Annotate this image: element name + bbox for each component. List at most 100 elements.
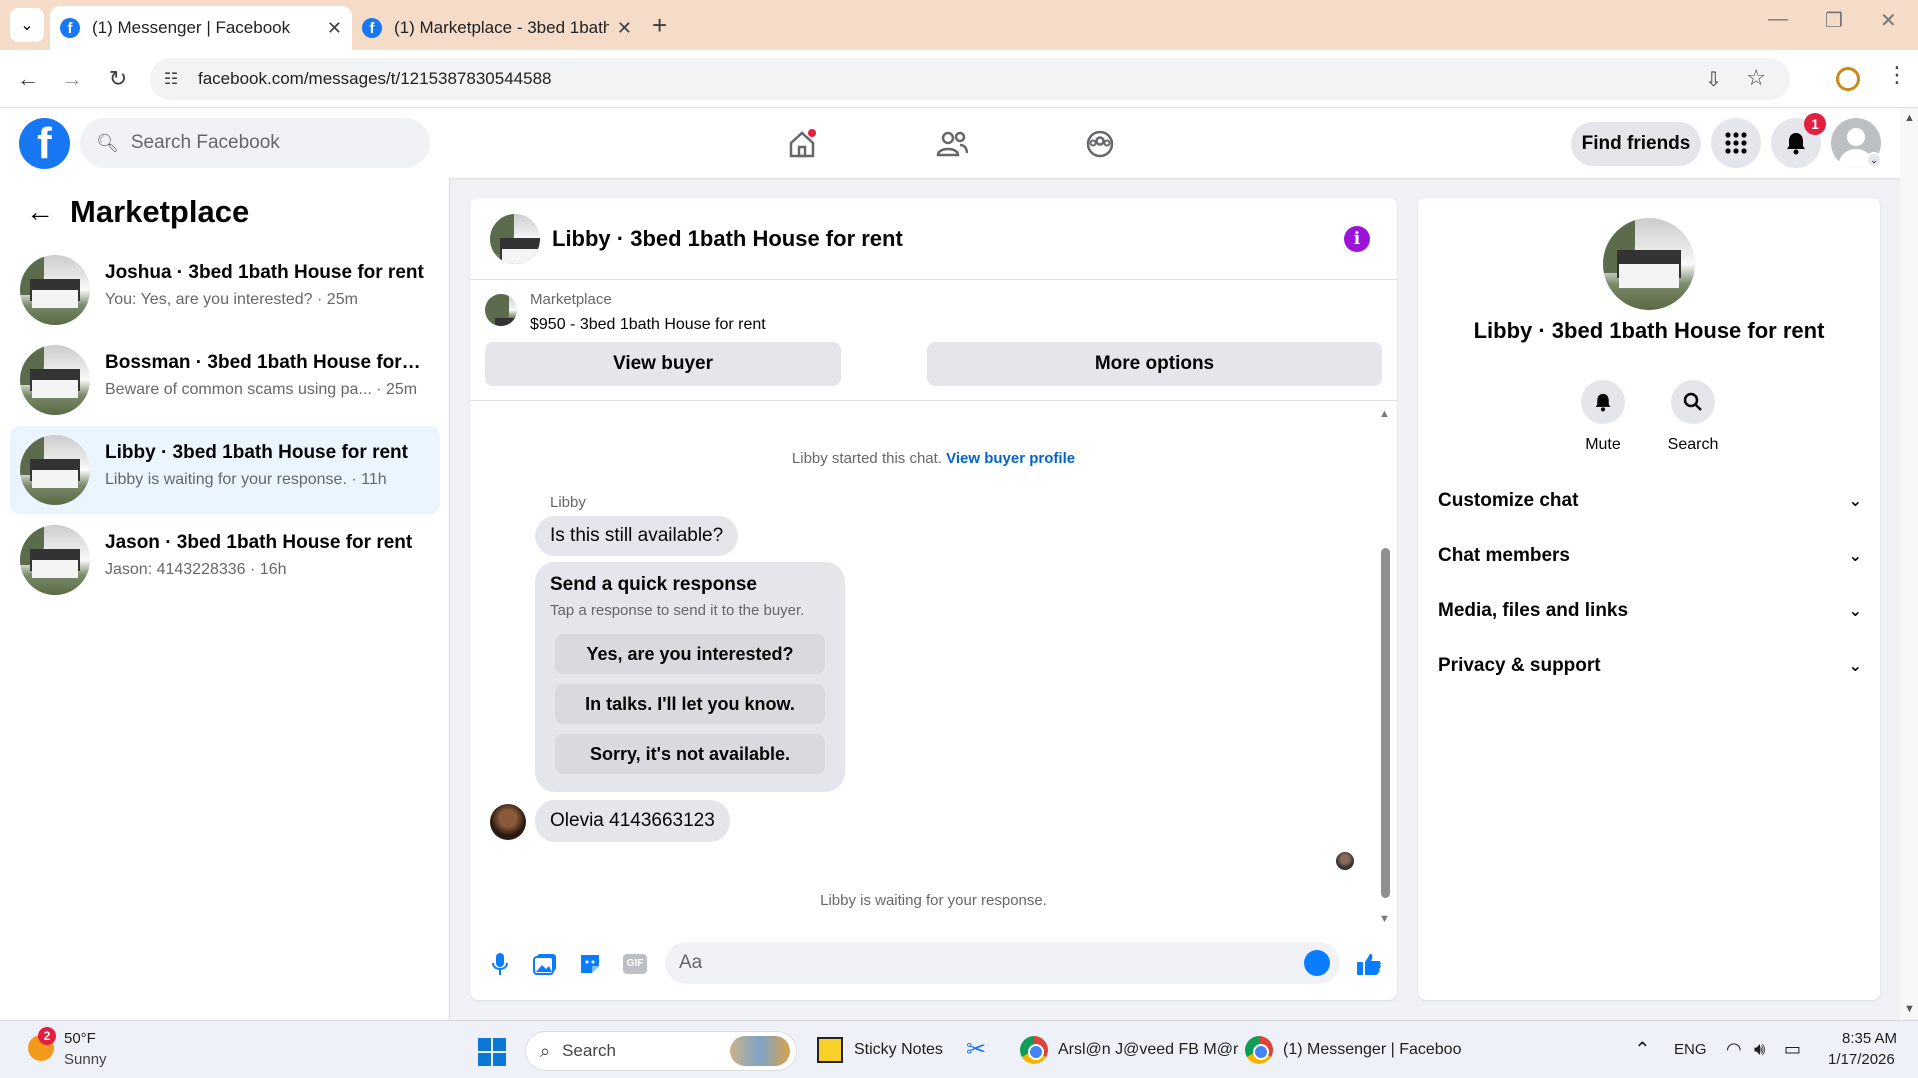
quick-response-in-talks[interactable]: In talks. I'll let you know. xyxy=(555,684,825,724)
clock-time[interactable]: 8:35 AM xyxy=(1842,1030,1897,1047)
grid-icon xyxy=(1725,132,1747,154)
message-input[interactable]: Aa xyxy=(665,942,1340,984)
chrome-icon[interactable] xyxy=(1020,1036,1048,1064)
volume-icon[interactable]: 🔊︎ xyxy=(1754,1039,1765,1060)
gif-icon[interactable]: GIF xyxy=(621,950,649,978)
chevron-down-icon: ⌄ xyxy=(1848,548,1862,565)
browser-toolbar: ← → ↻ ☷ facebook.com/messages/t/12153878… xyxy=(0,50,1918,108)
forward-button[interactable]: → xyxy=(56,63,88,95)
search-icon: 🔍︎ xyxy=(96,132,119,153)
weather-desc: Sunny xyxy=(64,1051,107,1068)
page-scrollbar[interactable]: ▲ ▼ xyxy=(1900,108,1918,1020)
scroll-thumb[interactable] xyxy=(1381,548,1390,898)
conversation-list-panel: ← Marketplace Joshua · 3bed 1bath House … xyxy=(0,178,450,1020)
privacy-support-section[interactable]: Privacy & support ⌄ xyxy=(1438,646,1862,686)
chat-scrollbar[interactable]: ▲ ▼ xyxy=(1378,408,1392,928)
weather-temp[interactable]: 50°F xyxy=(64,1030,96,1047)
language-indicator[interactable]: ENG xyxy=(1674,1041,1707,1058)
chat-title[interactable]: Libby · 3bed 1bath House for rent xyxy=(552,226,903,252)
thumbs-up-icon[interactable] xyxy=(1355,950,1383,978)
home-nav-icon[interactable] xyxy=(780,122,824,166)
site-settings-icon[interactable]: ☷ xyxy=(154,62,188,96)
view-buyer-button[interactable]: View buyer xyxy=(485,342,841,386)
taskbar-app-chrome-profile[interactable]: Arsl@n J@veed FB M@r xyxy=(1058,1041,1238,1059)
scroll-down-arrow-icon[interactable]: ▼ xyxy=(1379,913,1390,925)
close-tab-icon[interactable]: ✕ xyxy=(617,18,632,39)
facebook-favicon-icon: f xyxy=(60,18,80,38)
menu-icon[interactable]: ⋮ xyxy=(1886,62,1908,88)
find-friends-button[interactable]: Find friends xyxy=(1571,122,1701,166)
listing-thumbnail xyxy=(20,255,90,325)
listing-thumbnail xyxy=(20,345,90,415)
info-icon[interactable]: i xyxy=(1344,226,1370,252)
sender-avatar[interactable] xyxy=(490,804,526,840)
clock-date[interactable]: 1/17/2026 xyxy=(1828,1051,1895,1068)
mute-action[interactable]: Mute xyxy=(1568,380,1638,454)
search-icon xyxy=(1671,380,1715,424)
search-action[interactable]: Search xyxy=(1658,380,1728,454)
bell-icon xyxy=(1581,380,1625,424)
quick-response-yes[interactable]: Yes, are you interested? xyxy=(555,634,825,674)
taskbar-app-messenger[interactable]: (1) Messenger | Faceboo xyxy=(1283,1041,1461,1059)
snipping-tool-icon[interactable]: ✂ xyxy=(966,1035,986,1064)
friends-nav-icon[interactable] xyxy=(930,122,974,166)
conversation-item[interactable]: Jason · 3bed 1bath House for rent Jason:… xyxy=(10,516,440,604)
listing-thumbnail xyxy=(20,525,90,595)
more-options-button[interactable]: More options xyxy=(927,342,1382,386)
address-bar[interactable]: ☷ facebook.com/messages/t/12153878305445… xyxy=(150,58,1790,100)
quick-response-not-available[interactable]: Sorry, it's not available. xyxy=(555,734,825,774)
restore-button[interactable]: ❐ xyxy=(1825,8,1843,33)
taskbar-app-sticky-notes[interactable]: Sticky Notes xyxy=(854,1041,943,1059)
chat-profile-thumbnail[interactable] xyxy=(1603,218,1695,310)
chevron-down-icon: ⌄ xyxy=(1848,493,1862,510)
close-window-button[interactable]: ✕ xyxy=(1880,8,1897,33)
message-bubble: Is this still available? xyxy=(535,516,739,556)
seen-avatar xyxy=(1336,852,1354,870)
divider xyxy=(470,400,1397,401)
microphone-icon[interactable] xyxy=(486,950,514,978)
scroll-down-arrow-icon[interactable]: ▼ xyxy=(1904,1003,1915,1015)
facebook-logo[interactable]: f xyxy=(19,118,70,169)
view-buyer-profile-link[interactable]: View buyer profile xyxy=(946,450,1075,467)
listing-price-title[interactable]: $950 - 3bed 1bath House for rent xyxy=(530,316,766,334)
chevron-up-icon[interactable]: ⌃ xyxy=(1634,1037,1651,1062)
profile-icon[interactable] xyxy=(1836,67,1860,91)
facebook-header: f 🔍︎ Search Facebook Find friends 1 ⌄ xyxy=(0,108,1918,178)
tab-messenger[interactable]: f (1) Messenger | Facebook ✕ xyxy=(50,6,352,50)
chrome-icon[interactable] xyxy=(1245,1036,1273,1064)
chat-members-section[interactable]: Chat members ⌄ xyxy=(1438,536,1862,576)
customize-chat-section[interactable]: Customize chat ⌄ xyxy=(1438,481,1862,521)
menu-grid-button[interactable] xyxy=(1711,118,1761,168)
chat-thumbnail[interactable] xyxy=(490,214,540,264)
new-tab-button[interactable]: + xyxy=(652,10,667,41)
minimize-button[interactable]: — xyxy=(1768,8,1788,31)
media-files-links-section[interactable]: Media, files and links ⌄ xyxy=(1438,591,1862,631)
windows-start-icon[interactable] xyxy=(478,1038,506,1066)
close-tab-icon[interactable]: ✕ xyxy=(327,18,342,39)
listing-source: Marketplace xyxy=(530,291,612,308)
conversation-item[interactable]: Joshua · 3bed 1bath House for rent You: … xyxy=(10,246,440,334)
tab-marketplace[interactable]: f (1) Marketplace - 3bed 1bath H ✕ xyxy=(352,6,642,50)
account-chevron-icon[interactable]: ⌄ xyxy=(1866,152,1882,168)
bookmark-star-icon[interactable]: ☆ xyxy=(1746,65,1766,91)
conversation-item-selected[interactable]: Libby · 3bed 1bath House for rent Libby … xyxy=(10,426,440,514)
back-button[interactable]: ← xyxy=(12,63,44,95)
scroll-up-arrow-icon[interactable]: ▲ xyxy=(1379,408,1390,420)
listing-thumbnail xyxy=(485,294,517,326)
sticky-notes-icon[interactable] xyxy=(817,1037,843,1063)
message-bubble: Olevia 4143663123 xyxy=(535,800,730,842)
facebook-search-input[interactable]: 🔍︎ Search Facebook xyxy=(80,118,430,168)
conversation-item[interactable]: Bossman · 3bed 1bath House for r... Bewa… xyxy=(10,336,440,424)
photo-icon[interactable] xyxy=(531,950,559,978)
groups-nav-icon[interactable] xyxy=(1078,122,1122,166)
scroll-up-arrow-icon[interactable]: ▲ xyxy=(1904,112,1915,124)
taskbar-search[interactable]: ⌕ Search xyxy=(525,1031,797,1071)
sticker-icon[interactable] xyxy=(576,950,604,978)
wifi-icon[interactable]: ◠ xyxy=(1726,1039,1742,1060)
battery-icon[interactable]: ▭ xyxy=(1784,1039,1801,1060)
reload-button[interactable]: ↻ xyxy=(102,63,134,95)
back-arrow-icon[interactable]: ← xyxy=(26,196,54,228)
install-app-icon[interactable]: ⇩ xyxy=(1705,67,1722,92)
tab-search-button[interactable]: ⌄ xyxy=(10,8,44,42)
emoji-icon[interactable] xyxy=(1304,950,1330,976)
